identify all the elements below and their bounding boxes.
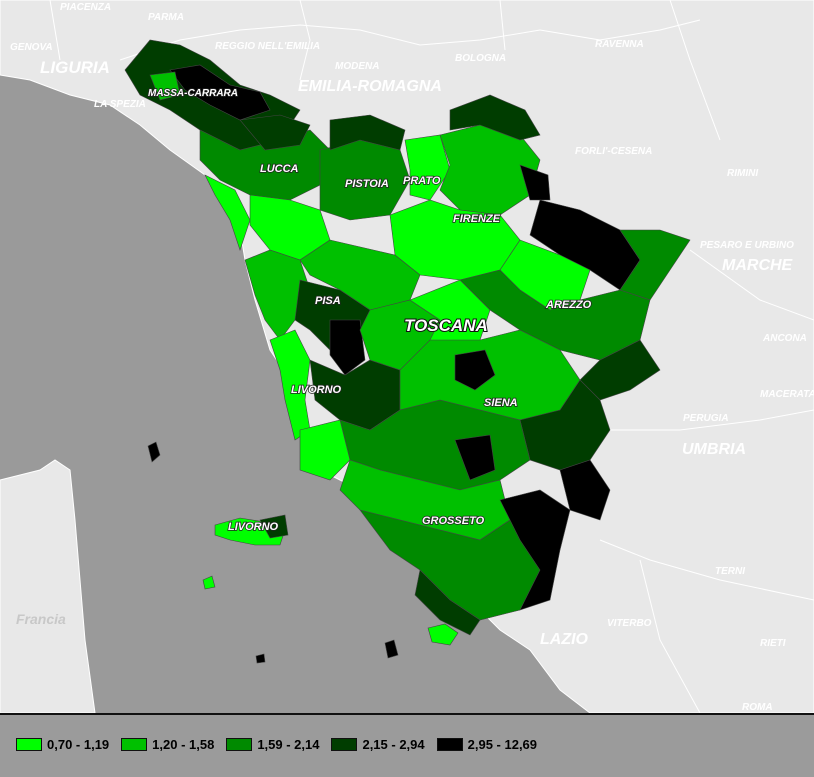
legend-item: 1,20 - 1,58: [121, 737, 214, 752]
region-label-liguria: LIGURIA: [40, 58, 110, 77]
legend-item: 2,95 - 12,69: [436, 737, 538, 752]
legend-label: 0,70 - 1,19: [47, 737, 110, 752]
province-label-arezzo: AREZZO: [545, 299, 592, 311]
place-label-bologna: BOLOGNA: [455, 53, 506, 64]
province-label-firenze: FIRENZE: [453, 213, 501, 225]
place-label-modena: MODENA: [335, 61, 379, 72]
place-label-parma: PARMA: [148, 12, 184, 23]
legend-label: 1,20 - 1,58: [152, 737, 215, 752]
legend-row: 0,70 - 1,19 1,20 - 1,58 1,59 - 2,14 2,15…: [16, 737, 549, 752]
place-label-piacenza: PIACENZA: [60, 2, 111, 13]
place-label-genova: GENOVA: [10, 42, 53, 53]
legend-swatch: [121, 738, 148, 751]
province-label-lucca: LUCCA: [260, 163, 299, 175]
legend-swatch: [16, 738, 42, 751]
place-label-laspezia: LA SPEZIA: [94, 99, 146, 110]
legend-item: 1,59 - 2,14: [226, 737, 319, 752]
legend: 0,70 - 1,19 1,20 - 1,58 1,59 - 2,14 2,15…: [0, 713, 814, 777]
region-label-emilia: EMILIA-ROMAGNA: [298, 78, 442, 95]
place-label-terni: TERNI: [715, 566, 745, 577]
province-label-prato: PRATO: [403, 175, 441, 187]
place-label-rimini: RIMINI: [727, 168, 758, 179]
region-label-lazio: LAZIO: [540, 631, 589, 648]
province-label-massa: MASSA-CARRARA: [148, 88, 238, 99]
region-title-toscana: TOSCANA: [404, 316, 488, 335]
province-label-pistoia: PISTOIA: [345, 178, 389, 190]
region-label-marche: MARCHE: [722, 257, 794, 274]
province-label-grosseto: GROSSETO: [422, 515, 485, 527]
place-label-perugia: PERUGIA: [683, 413, 729, 424]
place-label-ancona: ANCONA: [762, 333, 807, 344]
legend-item: 0,70 - 1,19: [16, 737, 109, 752]
place-label-roma: ROMA: [742, 702, 773, 713]
province-label-pisa: PISA: [315, 295, 341, 307]
place-label-pesaro: PESARO E URBINO: [700, 240, 794, 251]
place-label-macerata: MACERATA: [760, 389, 814, 400]
region-label-umbria: UMBRIA: [682, 441, 746, 458]
place-label-reggio: REGGIO NELL'EMILIA: [215, 41, 320, 52]
legend-swatch: [436, 738, 463, 751]
choropleth-map: PIACENZA PARMA GENOVA REGGIO NELL'EMILIA…: [0, 0, 814, 713]
place-label-ravenna: RAVENNA: [595, 39, 644, 50]
sea-label-francia: Francia: [16, 611, 66, 627]
legend-label: 2,95 - 12,69: [467, 737, 538, 752]
place-label-forli: FORLI'-CESENA: [575, 146, 652, 157]
legend-label: 1,59 - 2,14: [257, 737, 320, 752]
legend-swatch: [226, 738, 253, 751]
map-frame: PIACENZA PARMA GENOVA REGGIO NELL'EMILIA…: [0, 0, 814, 777]
legend-swatch: [331, 738, 358, 751]
province-label-siena: SIENA: [484, 397, 518, 409]
province-label-livorno-elba: LIVORNO: [228, 521, 279, 533]
legend-label: 2,15 - 2,94: [362, 737, 425, 752]
place-label-viterbo: VITERBO: [607, 618, 652, 629]
province-label-livorno: LIVORNO: [291, 384, 342, 396]
place-label-rieti: RIETI: [760, 638, 786, 649]
legend-item: 2,15 - 2,94: [331, 737, 425, 752]
